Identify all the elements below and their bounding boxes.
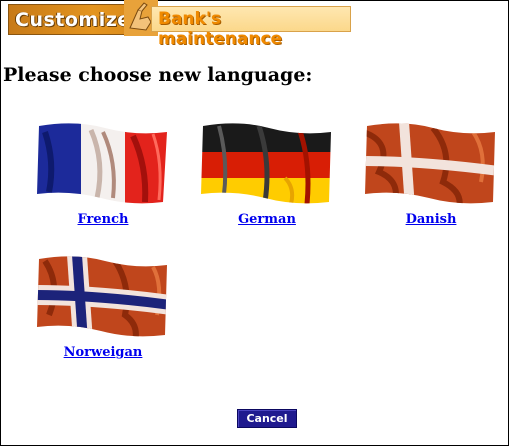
language-option-norwegian[interactable]: Norweigan <box>33 255 173 360</box>
language-option-german[interactable]: German <box>197 122 337 227</box>
language-link-norwegian[interactable]: Norweigan <box>64 345 143 360</box>
germany-flag-icon <box>201 123 331 204</box>
language-link-danish[interactable]: Danish <box>406 212 457 227</box>
language-link-french[interactable]: French <box>78 212 129 227</box>
customize-label: Customize <box>15 9 131 31</box>
page-title: Please choose new language: <box>3 64 313 86</box>
language-option-danish[interactable]: Danish <box>361 122 501 227</box>
section-label: Bank's maintenance <box>158 9 283 49</box>
norway-flag-icon <box>37 256 167 337</box>
language-link-german[interactable]: German <box>238 212 296 227</box>
section-banner: Bank's maintenance <box>151 6 351 49</box>
language-option-french[interactable]: French <box>33 122 173 227</box>
cancel-button[interactable]: Cancel <box>237 409 297 428</box>
france-flag-icon <box>37 123 167 204</box>
denmark-flag-icon <box>365 123 495 204</box>
